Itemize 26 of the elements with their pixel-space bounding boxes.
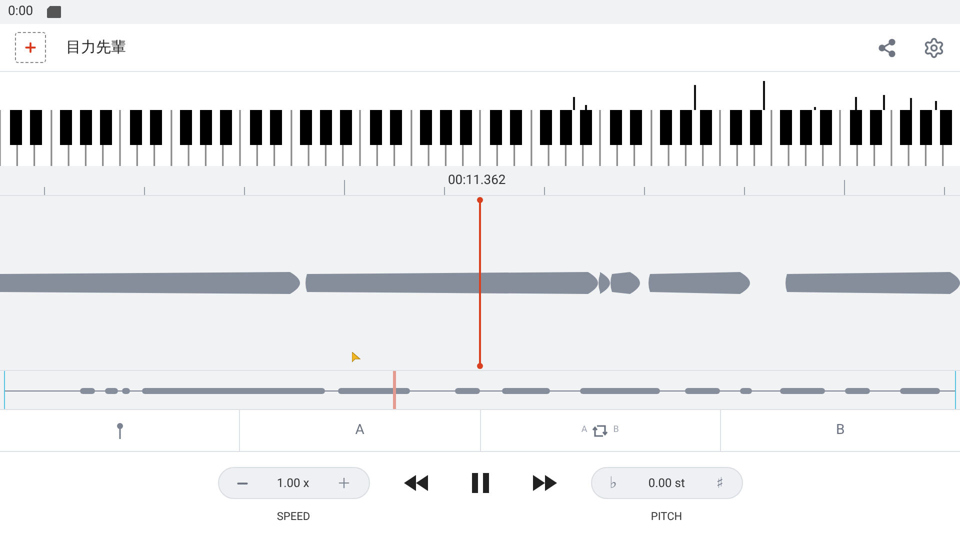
marker-label: A [355, 421, 364, 440]
settings-button[interactable] [922, 36, 946, 60]
loop-start-label: A [581, 424, 588, 437]
pause-icon[interactable] [472, 473, 488, 493]
sd-card-icon [47, 6, 62, 18]
pitch-label: PITCH [650, 509, 682, 525]
speed-label: SPEED [276, 509, 310, 525]
status-time: 0:00 [8, 3, 34, 22]
overview-position-marker[interactable] [392, 371, 396, 409]
loop-end-label: B [613, 424, 619, 437]
playhead[interactable] [477, 196, 483, 370]
marker-label: B [836, 421, 845, 440]
track-title: 目力先輩 [66, 37, 126, 58]
share-icon [877, 38, 897, 58]
sharp-button[interactable]: ♯ [716, 472, 724, 494]
pin-icon [116, 422, 123, 438]
flat-button[interactable]: ♭ [610, 471, 618, 495]
repeat-icon [591, 422, 610, 438]
pitch-value: 0.00 st [648, 475, 685, 492]
mouse-pointer-icon [352, 352, 361, 363]
fast-forward-icon[interactable] [532, 475, 556, 491]
speed-value: 1.00 x [276, 475, 310, 492]
settings-icon [923, 36, 945, 58]
add-button[interactable] [15, 32, 46, 63]
rewind-icon[interactable] [404, 475, 428, 491]
add-icon [23, 40, 38, 55]
